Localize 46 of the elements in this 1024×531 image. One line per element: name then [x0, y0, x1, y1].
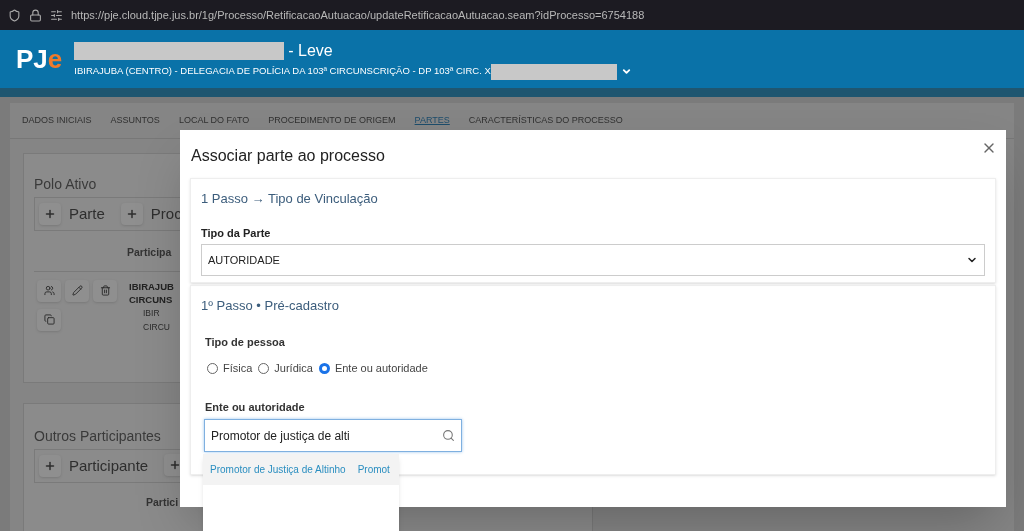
permissions-icon	[50, 8, 63, 22]
suggestion-item[interactable]: Promotor de Justiça de Altinho Promot	[203, 454, 399, 485]
shield-icon	[8, 8, 21, 22]
tab[interactable]: PARTES	[414, 113, 450, 128]
plus-icon	[120, 203, 143, 225]
field-label: Tipo da Parte	[201, 225, 272, 241]
add-part-button[interactable]: Proc	[120, 202, 190, 226]
column-header: Partici	[146, 495, 179, 510]
step-title: 1º Passo • Pré-cadastro	[201, 297, 340, 315]
party-type-select[interactable]: AUTORIDADE	[201, 244, 985, 276]
participant-detail: CIRCU	[143, 320, 170, 334]
lock-icon	[29, 8, 42, 22]
tab[interactable]: ASSUNTOS	[110, 113, 160, 128]
section-title: Polo Ativo	[34, 175, 97, 194]
copy-icon[interactable]	[37, 308, 61, 331]
authority-search-field[interactable]: Promotor de justiça de alti	[204, 419, 462, 452]
participant-name: CIRCUNS	[129, 292, 173, 306]
person-type-radio[interactable]: Física	[207, 360, 253, 377]
participant-detail: IBIR	[143, 306, 160, 320]
plus-icon	[39, 455, 61, 477]
person-type-radio[interactable]: Ente ou autoridade	[318, 360, 428, 377]
modal-title: Associar parte ao processo	[191, 146, 385, 166]
search-icon	[442, 429, 455, 442]
people-icon[interactable]	[37, 279, 61, 302]
field-label: Ente ou autoridade	[205, 399, 305, 415]
participant-name: IBIRAJUB	[129, 279, 174, 293]
tab[interactable]: PROCEDIMENTO DE ORIGEM	[268, 113, 396, 128]
location-text: IBIRAJUBA (CENTRO) - DELEGACIA DE POLÍCIA DA 103ª CIRCUNSCRIÇÃO - DP 103ª CIRC. X	[74, 64, 491, 79]
add-part-button[interactable]: Parte	[39, 202, 113, 226]
tab[interactable]: CARACTERÍSTICAS DO PROCESSO	[468, 113, 623, 128]
tab[interactable]: DADOS INICIAIS	[22, 113, 92, 128]
plus-icon	[169, 459, 182, 471]
column-header: Participa	[127, 245, 172, 260]
step-title: 1 Passo → Tipo de Vinculação	[201, 190, 379, 208]
add-part-button[interactable]: Participante	[39, 454, 157, 478]
logo: PJe	[16, 42, 63, 76]
section-title: Outros Participantes	[34, 427, 161, 446]
plus-icon	[39, 203, 61, 225]
delete-icon[interactable]	[93, 279, 117, 302]
user-name: - Leve	[288, 40, 333, 61]
caret-icon[interactable]	[620, 66, 632, 77]
person-type-radio[interactable]: Jurídica	[258, 360, 313, 377]
url-text[interactable]: https://pje.cloud.tjpe.jus.br/1g/Processo/RetificacaoAutuacao/updateRetificacaoAutuacao.seam?idProcesso=6754188	[71, 6, 645, 24]
tab[interactable]: LOCAL DO FATO	[178, 113, 250, 128]
field-label: Tipo de pessoa	[205, 334, 285, 350]
edit-icon[interactable]	[65, 279, 89, 302]
